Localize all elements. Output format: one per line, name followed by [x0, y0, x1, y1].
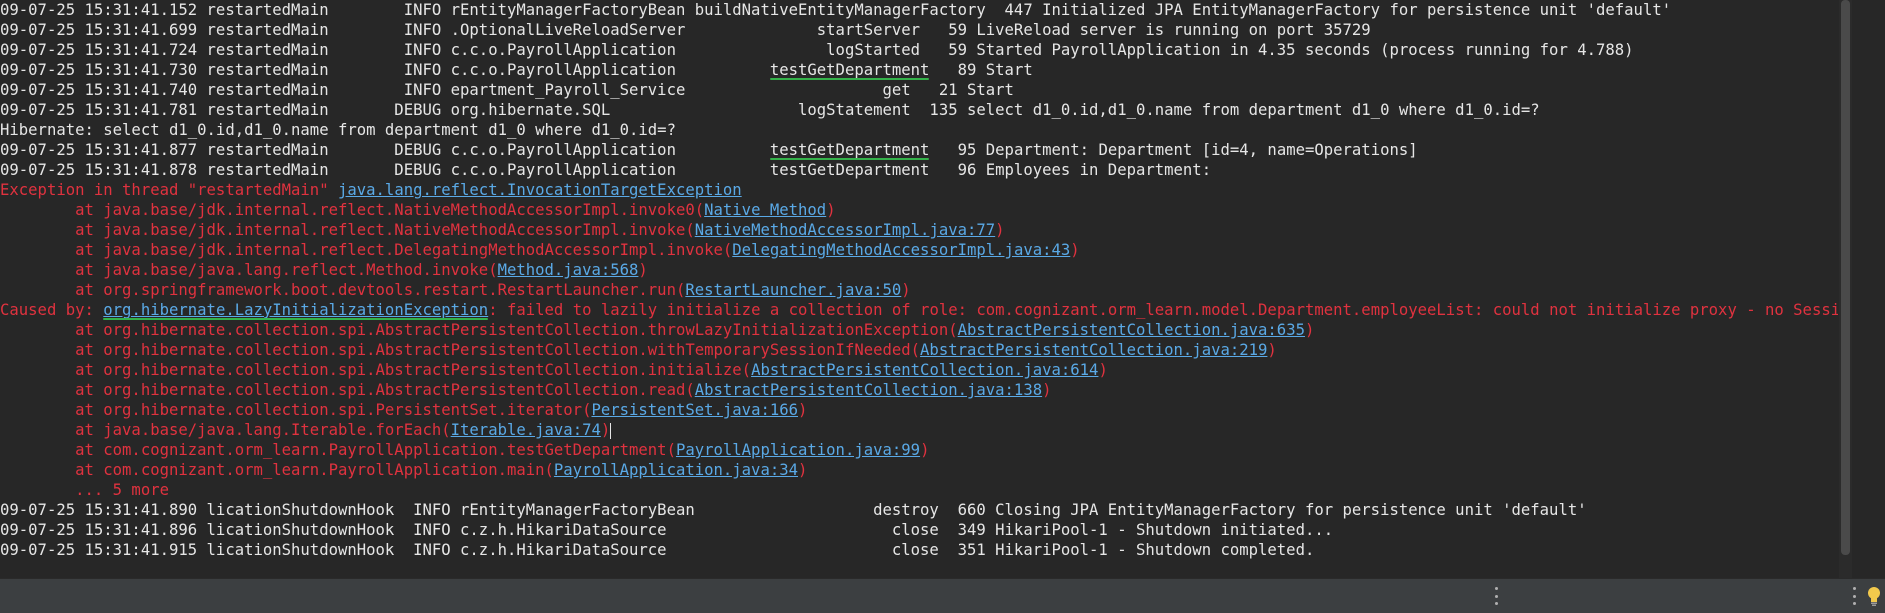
console-line: at com.cognizant.orm_learn.PayrollApplic…: [0, 440, 929, 460]
stacktrace-link[interactable]: Iterable.java:74: [451, 421, 601, 439]
highlighted-text: testGetDepartment: [769, 61, 930, 79]
console-text: ): [798, 461, 808, 479]
console-line: at org.springframework.boot.devtools.res…: [0, 280, 911, 300]
console-text: ): [995, 221, 1005, 239]
console-text: Exception in thread "restartedMain": [0, 181, 338, 199]
console-line: 09-07-25 15:31:41.781 restartedMain DEBU…: [0, 100, 1540, 120]
console-text: at java.base/jdk.internal.reflect.Native…: [0, 201, 705, 219]
highlighted-text: testGetDepartment: [769, 141, 930, 159]
console-line: at org.hibernate.collection.spi.Abstract…: [0, 380, 1052, 400]
console-line: ... 5 more: [0, 480, 169, 500]
console-line: at java.base/jdk.internal.reflect.Native…: [0, 200, 836, 220]
console-text: at org.hibernate.collection.spi.Abstract…: [0, 361, 752, 379]
console-line: 09-07-25 15:31:41.152 restartedMain INFO…: [0, 0, 1671, 20]
lightbulb-icon[interactable]: [1866, 586, 1882, 606]
console-text: at java.base/jdk.internal.reflect.Native…: [0, 221, 695, 239]
console-text: at com.cognizant.orm_learn.PayrollApplic…: [0, 441, 676, 459]
more-vertical-icon[interactable]: [1494, 587, 1498, 605]
console-line: 09-07-25 15:31:41.724 restartedMain INFO…: [0, 40, 1634, 60]
console-text: at java.base/java.lang.reflect.Method.in…: [0, 261, 498, 279]
console-text: 09-07-25 15:31:41.878 restartedMain DEBU…: [0, 161, 1212, 179]
console-text: at org.hibernate.collection.spi.Abstract…: [0, 321, 958, 339]
console-text: Caused by:: [0, 301, 104, 319]
stacktrace-link[interactable]: DelegatingMethodAccessorImpl.java:43: [732, 241, 1070, 259]
console-line: 09-07-25 15:31:41.890 licationShutdownHo…: [0, 500, 1587, 520]
console-text: 95 Department: Department [id=4, name=Op…: [929, 141, 1418, 159]
console-text: ): [600, 421, 611, 439]
stacktrace-link[interactable]: Native Method: [704, 201, 826, 219]
console-line: at java.base/jdk.internal.reflect.Delega…: [0, 240, 1080, 260]
stacktrace-link[interactable]: AbstractPersistentCollection.java:138: [695, 381, 1042, 399]
console-text: at org.springframework.boot.devtools.res…: [0, 281, 686, 299]
console-line: 09-07-25 15:31:41.877 restartedMain DEBU…: [0, 140, 1418, 160]
console-text: ... 5 more: [0, 481, 169, 499]
console-line: 09-07-25 15:31:41.878 restartedMain DEBU…: [0, 160, 1211, 180]
stacktrace-link[interactable]: NativeMethodAccessorImpl.java:77: [695, 221, 995, 239]
console-text: 09-07-25 15:31:41.730 restartedMain INFO…: [0, 61, 770, 79]
console-line: at org.hibernate.collection.spi.Abstract…: [0, 360, 1108, 380]
console-text: at org.hibernate.collection.spi.Persiste…: [0, 401, 592, 419]
console-text: 09-07-25 15:31:41.152 restartedMain INFO…: [0, 1, 1672, 19]
console-line: at java.base/java.lang.Iterable.forEach(…: [0, 420, 612, 440]
stacktrace-link[interactable]: AbstractPersistentCollection.java:219: [920, 341, 1267, 359]
console-line: Caused by: org.hibernate.LazyInitializat…: [0, 300, 1838, 320]
console-text: ): [638, 261, 648, 279]
console-line: Exception in thread "restartedMain" java…: [0, 180, 742, 200]
console-text: at com.cognizant.orm_learn.PayrollApplic…: [0, 461, 554, 479]
console-text: ): [1070, 241, 1080, 259]
console-text: ): [798, 401, 808, 419]
console-text: ): [1304, 321, 1315, 339]
more-vertical-icon[interactable]: [1852, 587, 1856, 605]
console-line: 09-07-25 15:31:41.740 restartedMain INFO…: [0, 80, 1014, 100]
console-text: at java.base/jdk.internal.reflect.Delega…: [0, 241, 733, 259]
stacktrace-link[interactable]: PayrollApplication.java:99: [676, 441, 920, 459]
console-line: 09-07-25 15:31:41.699 restartedMain INFO…: [0, 20, 1371, 40]
console-line: at java.base/java.lang.reflect.Method.in…: [0, 260, 648, 280]
console-line: at com.cognizant.orm_learn.PayrollApplic…: [0, 460, 807, 480]
console-text: 89 Start: [929, 61, 1033, 79]
console-text: at org.hibernate.collection.spi.Abstract…: [0, 381, 695, 399]
console-line: 09-07-25 15:31:41.896 licationShutdownHo…: [0, 520, 1333, 540]
status-bar: [0, 578, 1885, 613]
console-text: ): [901, 281, 911, 299]
console-line: 09-07-25 15:31:41.915 licationShutdownHo…: [0, 540, 1314, 560]
console-text: ): [1267, 341, 1277, 359]
console-text: 09-07-25 15:31:41.781 restartedMain DEBU…: [0, 101, 1540, 119]
stacktrace-link[interactable]: org.hibernate.LazyInitializationExceptio…: [103, 301, 488, 319]
console-line: at org.hibernate.collection.spi.Abstract…: [0, 320, 1314, 340]
console-text: 09-07-25 15:31:41.724 restartedMain INFO…: [0, 41, 1634, 59]
console-line: Hibernate: select d1_0.id,d1_0.name from…: [0, 120, 676, 140]
console-text: 09-07-25 15:31:41.740 restartedMain INFO…: [0, 81, 1014, 99]
console-text: 09-07-25 15:31:41.890 licationShutdownHo…: [0, 501, 1587, 519]
console-text: at org.hibernate.collection.spi.Abstract…: [0, 341, 921, 359]
console-line: at java.base/jdk.internal.reflect.Native…: [0, 220, 1005, 240]
console-text: ): [826, 201, 836, 219]
console-text: 09-07-25 15:31:41.915 licationShutdownHo…: [0, 541, 1315, 559]
stacktrace-link[interactable]: AbstractPersistentCollection.java:635: [958, 321, 1305, 339]
stacktrace-link[interactable]: Method.java:568: [498, 261, 639, 279]
vertical-scrollbar-thumb[interactable]: [1841, 0, 1850, 555]
console-line: at org.hibernate.collection.spi.Persiste…: [0, 400, 807, 420]
console-text: at java.base/java.lang.Iterable.forEach(: [0, 421, 451, 439]
stacktrace-link[interactable]: RestartLauncher.java:50: [685, 281, 901, 299]
console-text: : failed to lazily initialize a collecti…: [488, 301, 1838, 319]
stacktrace-link[interactable]: PayrollApplication.java:34: [554, 461, 798, 479]
console-text: ): [1098, 361, 1108, 379]
console-text: 09-07-25 15:31:41.877 restartedMain DEBU…: [0, 141, 770, 159]
console-output[interactable]: 09-07-25 15:31:41.152 restartedMain INFO…: [0, 0, 1838, 578]
console-line: 09-07-25 15:31:41.730 restartedMain INFO…: [0, 60, 1033, 80]
console-text: ): [1042, 381, 1052, 399]
text-caret: [610, 422, 612, 439]
stacktrace-link[interactable]: PersistentSet.java:166: [591, 401, 798, 419]
console-text: 09-07-25 15:31:41.699 restartedMain INFO…: [0, 21, 1371, 39]
console-text: Hibernate: select d1_0.id,d1_0.name from…: [0, 121, 676, 139]
console-text: ): [920, 441, 930, 459]
stacktrace-link[interactable]: java.lang.reflect.InvocationTargetExcept…: [338, 181, 742, 199]
console-line: at org.hibernate.collection.spi.Abstract…: [0, 340, 1277, 360]
console-text: 09-07-25 15:31:41.896 licationShutdownHo…: [0, 521, 1334, 539]
stacktrace-link[interactable]: AbstractPersistentCollection.java:614: [751, 361, 1098, 379]
